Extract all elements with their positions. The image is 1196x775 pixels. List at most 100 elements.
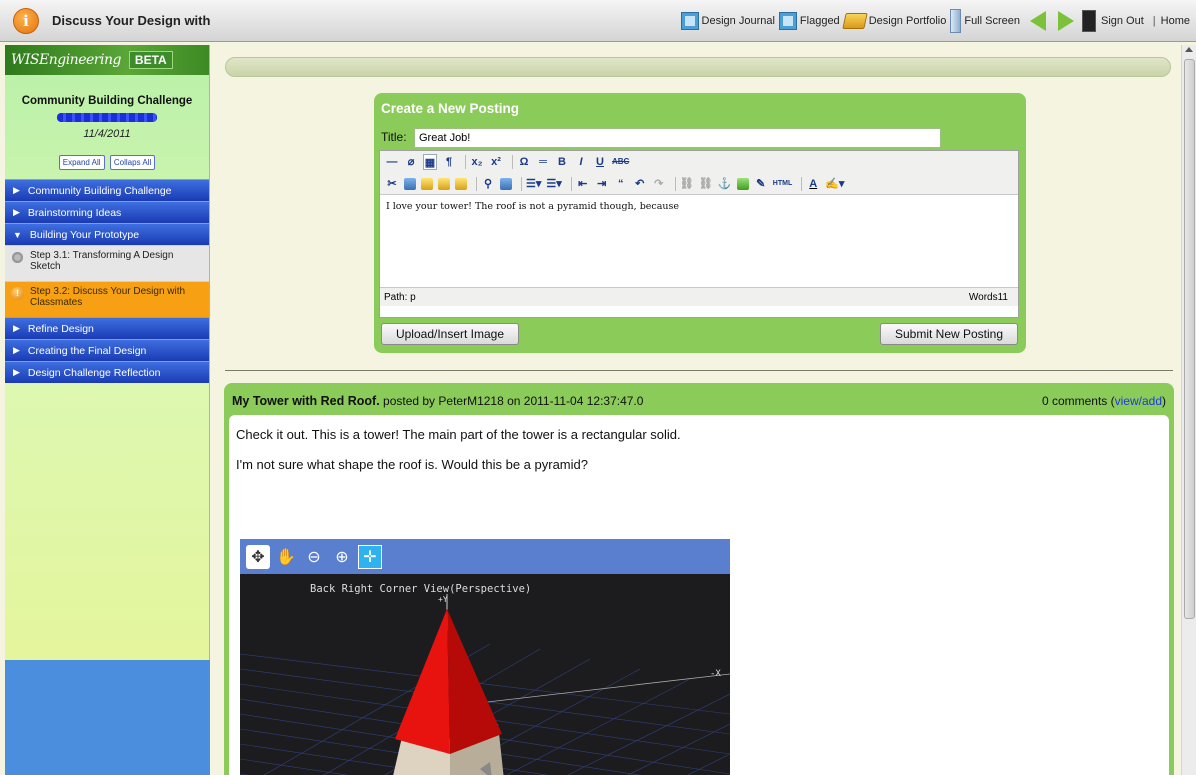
paragraph-icon[interactable]: ¶ <box>442 154 456 170</box>
pan-hand-icon[interactable]: ✋ <box>274 545 298 569</box>
title-input[interactable]: Great Job! <box>414 128 941 148</box>
sidebar-step-label: Step 3.1: Transforming A Design Sketch <box>30 250 174 272</box>
sidebar-item-design-challenge-reflection[interactable]: ▶ Design Challenge Reflection <box>5 361 209 383</box>
post-title: My Tower with Red Roof. <box>232 394 380 408</box>
superscript-icon[interactable]: x² <box>489 154 503 170</box>
numbered-list-icon[interactable]: ☰▾ <box>546 176 561 192</box>
full-screen-link[interactable]: Full Screen <box>950 9 1020 33</box>
rotate-icon[interactable]: ✥ <box>246 544 270 569</box>
title-label: Title: <box>381 130 407 144</box>
full-screen-icon <box>950 9 962 33</box>
nav-separator: | <box>1152 15 1156 27</box>
special-char-icon[interactable]: Ω <box>517 154 531 170</box>
vertical-scrollbar[interactable] <box>1181 45 1196 775</box>
indent-icon[interactable]: ⇥ <box>595 176 609 192</box>
sidebar-step-3-2[interactable]: ! Step 3.2: Discuss Your Design with Cla… <box>5 281 209 317</box>
gear-icon <box>11 251 24 264</box>
design-journal-link[interactable]: Design Journal <box>680 12 775 30</box>
sidebar-item-label: Community Building Challenge <box>27 184 172 197</box>
sidebar-item-brainstorming-ideas[interactable]: ▶ Brainstorming Ideas <box>5 201 209 223</box>
view-add-comments-link[interactable]: view/add <box>1115 394 1162 408</box>
subscript-icon[interactable]: x₂ <box>470 154 484 170</box>
roof-face-right <box>447 609 502 754</box>
html-source-button[interactable]: HTML <box>773 176 792 192</box>
strikethrough-button[interactable]: ABC <box>612 154 629 170</box>
flagged-label: Flagged <box>799 15 840 27</box>
roof-face-left <box>395 609 450 754</box>
cut-icon[interactable]: ✂ <box>385 176 399 192</box>
zoom-out-icon[interactable]: ⊖ <box>302 545 326 569</box>
table-icon[interactable]: ▦ <box>423 154 437 170</box>
flagged-link[interactable]: Flagged <box>778 12 840 30</box>
expand-arrow-icon: ▶ <box>13 345 20 355</box>
sidebar-item-creating-final-design[interactable]: ▶ Creating the Final Design <box>5 339 209 361</box>
paste-icon[interactable] <box>421 177 433 190</box>
expand-arrow-icon: ▶ <box>13 207 20 217</box>
toolbar-separator <box>801 176 803 191</box>
previous-step-arrow-icon[interactable] <box>1029 11 1046 31</box>
collapse-all-button[interactable]: Collaps All <box>109 155 156 170</box>
expand-arrow-icon: ▶ <box>13 323 20 333</box>
project-title: Community Building Challenge <box>21 95 193 107</box>
x-axis-label: -X <box>710 669 721 679</box>
toolbar-separator <box>674 176 676 191</box>
redo-icon[interactable]: ↷ <box>652 176 666 192</box>
editor-toolbar-row-1: — ⌀ ▦ ¶ x₂ x² Ω ═ B I U ABC <box>380 151 1018 173</box>
italic-button[interactable]: I <box>574 154 588 170</box>
find-icon[interactable]: ⚲ <box>481 176 495 192</box>
eraser-icon[interactable]: ⌀ <box>404 154 418 170</box>
unlink-icon[interactable]: ⛓ <box>699 176 713 192</box>
blockquote-icon[interactable]: “ <box>614 176 628 192</box>
post-paragraph: I'm not sure what shape the roof is. Wou… <box>236 457 588 472</box>
sign-out-link[interactable]: Sign Out <box>1081 10 1144 32</box>
next-step-arrow-icon[interactable] <box>1057 11 1074 31</box>
y-axis-label: +Y <box>438 595 448 604</box>
sidebar-step-3-1[interactable]: Step 3.1: Transforming A Design Sketch <box>5 245 209 281</box>
bullet-list-icon[interactable]: ☰▾ <box>526 176 541 192</box>
sidebar-item-refine-design[interactable]: ▶ Refine Design <box>5 317 209 339</box>
sidebar-footer-panel <box>5 660 210 775</box>
link-icon[interactable]: ⛓ <box>680 176 694 192</box>
scroll-thumb[interactable] <box>1184 59 1195 619</box>
copy-icon[interactable] <box>404 177 416 190</box>
horizontal-line-icon[interactable]: ═ <box>536 154 550 170</box>
home-link[interactable]: Home <box>1161 15 1190 27</box>
outdent-icon[interactable]: ⇤ <box>576 176 590 192</box>
undo-icon[interactable]: ↶ <box>633 176 647 192</box>
expand-arrow-icon: ▶ <box>13 367 20 377</box>
project-author <box>5 111 209 125</box>
horizontal-rule-icon[interactable]: — <box>385 154 399 170</box>
highlight-color-icon[interactable]: ✍▾ <box>825 176 844 192</box>
divider <box>225 370 1173 371</box>
editor-body[interactable]: I love your tower! The roof is not a pyr… <box>380 195 1018 288</box>
sign-out-label: Sign Out <box>1100 15 1144 27</box>
anchor-icon[interactable]: ⚓ <box>718 176 732 192</box>
comments-close: ) <box>1162 394 1166 408</box>
design-journal-label: Design Journal <box>701 15 775 27</box>
underline-button[interactable]: U <box>593 154 607 170</box>
expand-all-button[interactable]: Expand All <box>58 155 105 170</box>
replace-icon[interactable] <box>500 177 512 190</box>
main-content: Create a New Posting Title: Great Job! —… <box>215 45 1181 775</box>
upload-image-button[interactable]: Upload/Insert Image <box>381 323 519 345</box>
image-icon[interactable] <box>736 177 749 190</box>
sidebar-item-building-your-prototype[interactable]: ▼ Building Your Prototype <box>5 223 209 245</box>
font-color-icon[interactable]: A <box>806 176 820 192</box>
scroll-up-arrow-icon[interactable] <box>1185 47 1193 52</box>
expand-collapse-row: Expand All Collaps All <box>5 154 209 170</box>
paste-word-icon[interactable] <box>455 177 467 190</box>
3d-model-viewer[interactable]: ✥ ✋ ⊖ ⊕ ✛ Back Right Corner View(Perspec… <box>240 539 730 775</box>
design-portfolio-link[interactable]: Design Portfolio <box>841 13 947 29</box>
new-posting-panel: Create a New Posting Title: Great Job! —… <box>374 93 1026 353</box>
cleanup-icon[interactable]: ✎ <box>754 176 768 192</box>
paste-text-icon[interactable] <box>438 177 450 190</box>
post-meta: posted by PeterM1218 on 2011-11-04 12:37… <box>379 394 644 408</box>
viewer-caption: Back Right Corner View(Perspective) <box>310 583 532 595</box>
design-portfolio-label: Design Portfolio <box>868 15 947 27</box>
sidebar-item-community-building-challenge[interactable]: ▶ Community Building Challenge <box>5 179 209 201</box>
bold-button[interactable]: B <box>555 154 569 170</box>
fit-view-icon[interactable]: ✛ <box>358 544 382 569</box>
zoom-in-icon[interactable]: ⊕ <box>330 545 354 569</box>
submit-posting-button[interactable]: Submit New Posting <box>880 323 1018 345</box>
post-heading: My Tower with Red Roof. posted by PeterM… <box>232 394 643 408</box>
